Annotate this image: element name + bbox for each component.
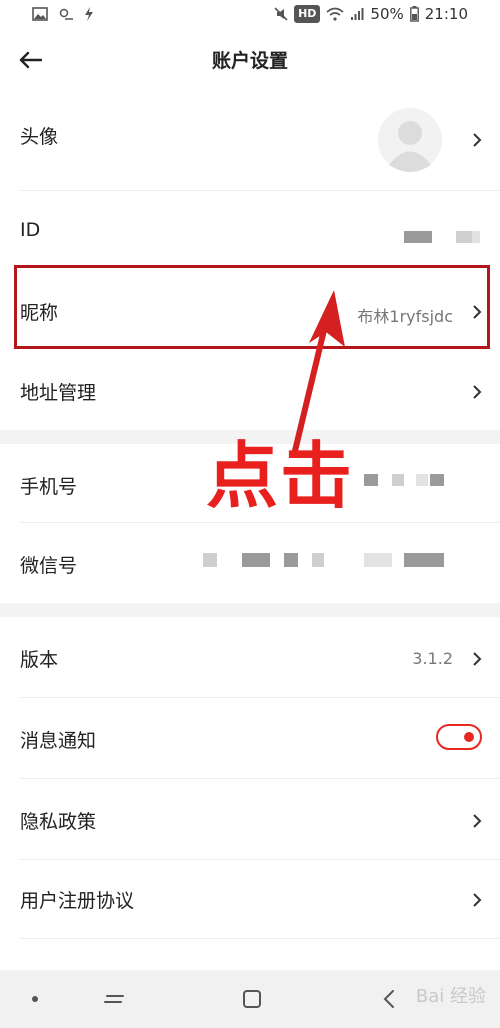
clock: 21:10 bbox=[424, 5, 468, 23]
gallery-icon bbox=[32, 7, 48, 21]
nav-dot[interactable] bbox=[32, 996, 38, 1002]
chevron-right-icon bbox=[473, 385, 482, 399]
mute-icon bbox=[274, 7, 288, 21]
divider bbox=[20, 938, 500, 939]
avatar-label: 头像 bbox=[20, 126, 59, 148]
status-right-icons: HD 50% 21:10 bbox=[274, 5, 468, 23]
id-value-blurred bbox=[404, 231, 432, 243]
wechat-value-blurred bbox=[284, 553, 298, 567]
chevron-right-icon bbox=[473, 133, 482, 147]
phone-value-blurred bbox=[430, 474, 444, 486]
section-gap bbox=[0, 603, 500, 617]
recents-icon[interactable] bbox=[103, 990, 125, 1008]
user-agreement-row[interactable]: 用户注册协议 bbox=[0, 860, 500, 938]
battery-percent: 50% bbox=[370, 5, 404, 23]
wechat-value-blurred bbox=[312, 553, 324, 567]
privacy-row[interactable]: 隐私政策 bbox=[0, 779, 500, 859]
top-app-bar: 账户设置 bbox=[0, 32, 500, 88]
wechat-value-blurred bbox=[203, 553, 217, 567]
notifications-label: 消息通知 bbox=[20, 730, 97, 752]
chevron-right-icon bbox=[473, 893, 482, 907]
chevron-right-icon bbox=[473, 814, 482, 828]
wechat-value-blurred bbox=[404, 553, 444, 567]
status-bar: HD 50% 21:10 bbox=[0, 0, 500, 32]
version-value: 3.1.2 bbox=[412, 649, 453, 668]
signal-icon bbox=[351, 8, 364, 20]
highlight-box bbox=[14, 265, 490, 349]
address-label: 地址管理 bbox=[20, 382, 97, 404]
notifications-row: 消息通知 bbox=[0, 698, 500, 778]
status-left-icons bbox=[32, 7, 94, 21]
version-row[interactable]: 版本 3.1.2 bbox=[0, 617, 500, 697]
id-label: ID bbox=[20, 219, 41, 241]
hd-badge: HD bbox=[294, 5, 321, 23]
avatar[interactable] bbox=[378, 108, 442, 172]
flash-icon bbox=[85, 7, 93, 21]
notifications-toggle[interactable] bbox=[436, 724, 482, 750]
weather-icon bbox=[59, 8, 73, 20]
wechat-value-blurred bbox=[364, 553, 392, 567]
annotation-text: 点击 bbox=[206, 434, 355, 518]
address-row[interactable]: 地址管理 bbox=[0, 350, 500, 430]
phone-label: 手机号 bbox=[20, 476, 78, 498]
home-icon[interactable] bbox=[242, 989, 262, 1009]
user-agreement-label: 用户注册协议 bbox=[20, 890, 135, 912]
wechat-row[interactable]: 微信号 bbox=[0, 523, 500, 603]
phone-value-blurred bbox=[364, 474, 378, 486]
page-title: 账户设置 bbox=[211, 50, 288, 72]
back-nav-icon[interactable] bbox=[382, 989, 396, 1009]
version-label: 版本 bbox=[20, 649, 59, 671]
phone-value-blurred bbox=[392, 474, 404, 486]
wifi-icon bbox=[326, 7, 344, 21]
battery-icon bbox=[409, 6, 419, 22]
wechat-label: 微信号 bbox=[20, 555, 78, 577]
wechat-value-blurred bbox=[242, 553, 270, 567]
chevron-right-icon bbox=[473, 652, 482, 666]
avatar-row[interactable]: 头像 bbox=[0, 96, 500, 191]
phone-value-blurred bbox=[416, 474, 428, 486]
id-row: ID bbox=[0, 191, 500, 267]
watermark: Bai 经验 bbox=[415, 986, 486, 1007]
toggle-knob bbox=[464, 732, 474, 742]
privacy-label: 隐私政策 bbox=[20, 811, 97, 833]
id-value-blurred bbox=[456, 231, 472, 243]
id-value-blurred bbox=[472, 231, 480, 243]
